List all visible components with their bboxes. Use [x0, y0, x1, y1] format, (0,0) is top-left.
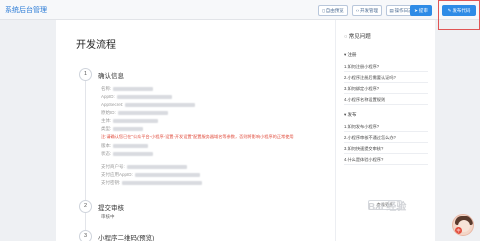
step-1-title: 确认信息	[98, 73, 124, 80]
warning-text: 注:请确认您已在"公众平台-小程序-设置-开发设置"配置服务器域名等参数，否则将…	[101, 134, 294, 139]
send-icon: ➤	[414, 8, 418, 13]
timeline-line	[85, 80, 86, 241]
faq-title: ◌ 常见问题	[344, 34, 371, 40]
info-row: 状态:	[101, 151, 154, 157]
info-row: 支付密钥:	[101, 180, 203, 186]
info-row: 支付商户号:	[101, 164, 187, 170]
preview-button[interactable]: ▯自由预览	[318, 5, 348, 16]
review-status: 审核中	[101, 214, 115, 219]
faq-item[interactable]: 1.如何注册小程序?	[344, 61, 428, 72]
step-2-number: 2	[79, 200, 92, 213]
faq-item[interactable]: 3.如何绑定小程序?	[344, 83, 428, 94]
faq-section-register: ▾ 注册	[344, 52, 357, 57]
phone-icon: ▯	[322, 8, 325, 13]
faq-item[interactable]: 4.小程序名称设置规则	[344, 94, 428, 105]
faq-item[interactable]: 2.小程序审核不通过怎么办?	[344, 132, 428, 143]
step-2-title: 提交审核	[98, 205, 124, 212]
info-row: 支付应用AppID:	[101, 172, 200, 178]
info-row: 主体:	[101, 118, 159, 124]
avatar-badge: 中	[455, 227, 462, 234]
avatar: 中	[452, 214, 474, 236]
info-row: 版本:	[101, 143, 149, 149]
info-row: 名称:	[101, 86, 154, 92]
faq-section-publish: ▾ 发布	[344, 112, 357, 117]
submit-review-button[interactable]: ➤提审	[410, 5, 432, 16]
brand-title: 系统后台管理	[5, 7, 47, 14]
highlight-box	[438, 0, 480, 30]
info-row: AppSecret:	[101, 102, 196, 107]
step-3-title: 小程序二维码(预览)	[98, 235, 155, 241]
doc-icon: ▤	[389, 8, 394, 13]
faq-item[interactable]: 1.如何发布小程序?	[344, 121, 428, 132]
step-3-number: 3	[79, 230, 92, 241]
dev-manage-button[interactable]: ‹›开发管理	[352, 5, 382, 16]
baidu-watermark: Bai 经验	[368, 202, 407, 213]
top-bar: 系统后台管理 ▯自由预览 ‹›开发管理 ▤操作日志 ➤提审 ✎发布代码	[0, 0, 480, 20]
step-1-number: 1	[79, 68, 92, 81]
faq-item[interactable]: 2.小程序注册后需要认证吗?	[344, 72, 428, 83]
info-row: AppID:	[101, 94, 172, 99]
page-title: 开发流程	[76, 40, 116, 51]
info-row: 类型:	[101, 126, 144, 132]
main-panel: 开发流程 1 确认信息 名称: AppID: AppSecret: 原始ID: …	[56, 20, 335, 241]
faq-item[interactable]: 4.什么是体验小程序?	[344, 154, 428, 165]
faq-item[interactable]: 3.如何快速提交审核?	[344, 143, 428, 154]
code-icon: ‹›	[356, 8, 359, 13]
info-row: 原始ID:	[101, 110, 168, 116]
